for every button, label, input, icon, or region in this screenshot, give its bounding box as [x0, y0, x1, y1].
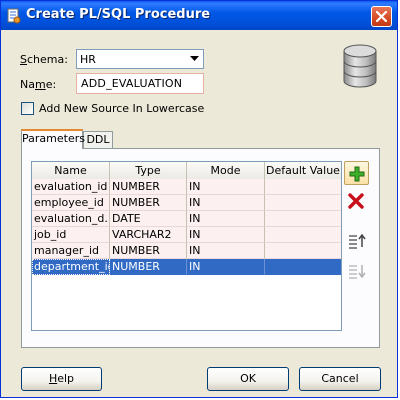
cell-default[interactable]: [265, 259, 341, 275]
parameters-table[interactable]: Name Type Mode Default Value evaluation_…: [31, 161, 342, 331]
cell-default[interactable]: [265, 211, 341, 227]
table-row[interactable]: job_id VARCHAR2 IN: [32, 227, 341, 243]
cell-mode[interactable]: IN: [187, 227, 265, 243]
tab-parameters[interactable]: Parameters: [21, 129, 85, 149]
move-down-button[interactable]: [344, 259, 369, 283]
cell-mode[interactable]: IN: [187, 195, 265, 211]
cell-type[interactable]: DATE: [110, 211, 187, 227]
column-header-mode[interactable]: Mode: [187, 162, 265, 179]
add-parameter-button[interactable]: [344, 161, 369, 185]
cell-name[interactable]: department_id: [32, 259, 110, 275]
cell-name[interactable]: evaluation_id: [32, 179, 110, 195]
cell-name[interactable]: manager_id: [32, 243, 110, 259]
cell-default[interactable]: [265, 243, 341, 259]
table-row[interactable]: evaluation_d... DATE IN: [32, 211, 341, 227]
cell-mode[interactable]: IN: [187, 211, 265, 227]
move-up-button[interactable]: [344, 229, 369, 253]
table-row[interactable]: manager_id NUMBER IN: [32, 243, 341, 259]
cell-mode[interactable]: IN: [187, 259, 265, 275]
move-up-icon: [349, 233, 366, 249]
cancel-button[interactable]: Cancel: [299, 367, 381, 391]
add-plus-icon: [349, 166, 365, 182]
chevron-down-icon: [190, 56, 199, 61]
cell-type[interactable]: NUMBER: [110, 195, 187, 211]
cell-mode[interactable]: IN: [187, 243, 265, 259]
cell-mode[interactable]: IN: [187, 179, 265, 195]
tab-ddl[interactable]: DDL: [83, 131, 113, 149]
procedure-name-field[interactable]: ADD_EVALUATION: [76, 73, 204, 94]
cell-default[interactable]: [265, 227, 341, 243]
ok-button[interactable]: OK: [207, 367, 289, 391]
schema-combo[interactable]: HR: [76, 49, 204, 69]
create-procedure-dialog: Create PL/SQL Procedure Schema: HR Name:…: [0, 0, 398, 398]
lowercase-checkbox[interactable]: [21, 102, 34, 115]
cell-default[interactable]: [265, 195, 341, 211]
cell-type[interactable]: VARCHAR2: [110, 227, 187, 243]
move-down-icon: [349, 265, 366, 279]
cell-name[interactable]: evaluation_d...: [32, 211, 110, 227]
table-row-selected[interactable]: department_id NUMBER IN: [32, 259, 341, 275]
close-button[interactable]: [371, 6, 392, 27]
lowercase-checkbox-label[interactable]: Add New Source In Lowercase: [39, 102, 204, 115]
dialog-title: Create PL/SQL Procedure: [26, 7, 211, 22]
table-row[interactable]: employee_id NUMBER IN: [32, 195, 341, 211]
remove-parameter-button[interactable]: [344, 189, 369, 213]
table-row[interactable]: evaluation_id NUMBER IN: [32, 179, 341, 195]
table-header: Name Type Mode Default Value: [32, 162, 341, 180]
cell-type[interactable]: NUMBER: [110, 179, 187, 195]
database-cylinder-icon: [343, 44, 377, 88]
cell-name[interactable]: employee_id: [32, 195, 110, 211]
name-label: Name:: [20, 78, 57, 91]
close-x-icon: [376, 11, 387, 22]
cell-default[interactable]: [265, 179, 341, 195]
oracle-procedure-icon: [7, 8, 21, 24]
schema-label: Schema:: [20, 53, 68, 66]
title-bar[interactable]: Create PL/SQL Procedure: [1, 1, 397, 30]
cell-type[interactable]: NUMBER: [110, 259, 187, 275]
column-header-type[interactable]: Type: [110, 162, 187, 179]
help-button[interactable]: Help: [21, 367, 102, 391]
cell-type[interactable]: NUMBER: [110, 243, 187, 259]
cell-name[interactable]: job_id: [32, 227, 110, 243]
column-header-default[interactable]: Default Value: [265, 162, 341, 179]
schema-value: HR: [80, 53, 96, 66]
procedure-name-value: ADD_EVALUATION: [81, 77, 183, 90]
remove-x-icon: [348, 193, 364, 209]
column-header-name[interactable]: Name: [32, 162, 110, 179]
